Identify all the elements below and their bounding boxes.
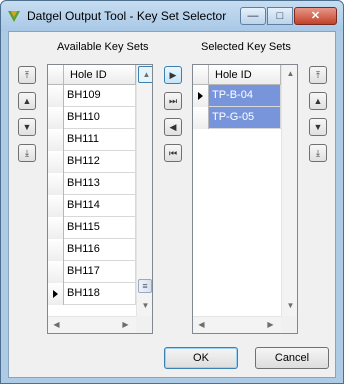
- add-selected-button[interactable]: ▶: [164, 66, 182, 84]
- current-row-pointer-icon: [53, 290, 58, 298]
- scroll-thumb[interactable]: ≡: [138, 279, 152, 293]
- table-row[interactable]: BH116: [48, 239, 136, 261]
- key-set-selector-window: Datgel Output Tool - Key Set Selector — …: [0, 0, 344, 384]
- row-header[interactable]: [48, 173, 64, 195]
- move-bottom-icon: ⤓: [316, 148, 320, 158]
- row-header[interactable]: [193, 85, 209, 107]
- close-button[interactable]: ✕: [294, 7, 337, 25]
- window-title: Datgel Output Tool - Key Set Selector: [27, 9, 227, 23]
- row-header[interactable]: [48, 107, 64, 129]
- scroll-up-button[interactable]: ▲: [138, 66, 152, 83]
- row-header[interactable]: [48, 85, 64, 107]
- table-row-selected[interactable]: TP-B-04: [193, 85, 281, 107]
- hole-id-cell[interactable]: TP-B-04: [209, 85, 281, 106]
- selected-move-down-button[interactable]: ▼: [309, 118, 327, 136]
- move-up-icon: ▲: [313, 96, 323, 106]
- move-down-icon: ▼: [313, 122, 323, 132]
- row-header[interactable]: [48, 261, 64, 283]
- scroll-left-button[interactable]: ◀: [49, 317, 64, 332]
- move-up-icon: ▲: [22, 96, 32, 106]
- remove-all-button[interactable]: ⏮: [164, 144, 182, 162]
- selected-key-sets-label: Selected Key Sets: [201, 41, 291, 53]
- scroll-left-button[interactable]: ◀: [194, 317, 209, 332]
- selected-move-top-button[interactable]: ⤒: [309, 66, 327, 84]
- current-row-pointer-icon: [198, 92, 203, 100]
- hole-id-cell[interactable]: BH109: [64, 85, 136, 106]
- hole-id-cell[interactable]: BH114: [64, 195, 136, 216]
- available-move-up-button[interactable]: ▲: [18, 92, 36, 110]
- available-key-sets-label: Available Key Sets: [57, 41, 149, 53]
- selected-hole-id-column-header[interactable]: Hole ID: [209, 65, 281, 85]
- available-hole-id-column-header[interactable]: Hole ID: [64, 65, 136, 85]
- row-header[interactable]: [48, 217, 64, 239]
- scroll-right-button[interactable]: ▶: [118, 317, 133, 332]
- row-header-corner: [193, 65, 209, 85]
- available-key-sets-grid[interactable]: Hole ID BH109 BH110 BH111 BH112 BH113 BH…: [47, 64, 153, 334]
- hole-id-cell[interactable]: BH113: [64, 173, 136, 194]
- row-header[interactable]: [48, 239, 64, 261]
- table-row[interactable]: BH117: [48, 261, 136, 283]
- hole-id-cell[interactable]: BH116: [64, 239, 136, 260]
- add-arrow-icon: ▶: [169, 70, 177, 80]
- datgel-logo-icon: [8, 11, 20, 22]
- remove-arrow-icon: ◀: [169, 122, 177, 132]
- table-row[interactable]: BH114: [48, 195, 136, 217]
- table-row[interactable]: BH111: [48, 129, 136, 151]
- scroll-down-button[interactable]: ▼: [138, 298, 152, 313]
- hole-id-cell[interactable]: BH115: [64, 217, 136, 238]
- available-horizontal-scrollbar[interactable]: ◀ ▶: [48, 316, 136, 333]
- hole-id-cell[interactable]: BH110: [64, 107, 136, 128]
- move-top-icon: ⤒: [316, 70, 320, 80]
- available-move-bottom-button[interactable]: ⤓: [18, 144, 36, 162]
- title-bar[interactable]: Datgel Output Tool - Key Set Selector — …: [1, 1, 343, 31]
- available-vertical-scrollbar[interactable]: ▲ ≡ ▼: [136, 65, 152, 316]
- scroll-down-button[interactable]: ▼: [283, 298, 297, 313]
- ok-button[interactable]: OK: [164, 347, 238, 369]
- hole-id-cell[interactable]: BH118: [64, 283, 136, 304]
- move-down-icon: ▼: [22, 122, 32, 132]
- table-row-current[interactable]: BH118: [48, 283, 136, 305]
- remove-selected-button[interactable]: ◀: [164, 118, 182, 136]
- table-row[interactable]: BH113: [48, 173, 136, 195]
- available-move-down-button[interactable]: ▼: [18, 118, 36, 136]
- cancel-button[interactable]: Cancel: [255, 347, 329, 369]
- row-header[interactable]: [48, 283, 64, 305]
- hole-id-cell[interactable]: BH112: [64, 151, 136, 172]
- move-top-icon: ⤒: [25, 70, 29, 80]
- dialog-body: Available Key Sets Selected Key Sets ⤒ ▲…: [8, 31, 336, 378]
- row-header[interactable]: [48, 151, 64, 173]
- row-header[interactable]: [48, 195, 64, 217]
- scrollbar-corner: [281, 316, 297, 333]
- minimize-button[interactable]: —: [240, 7, 266, 25]
- table-row-selected[interactable]: TP-G-05: [193, 107, 281, 129]
- selected-key-sets-grid[interactable]: Hole ID TP-B-04 TP-G-05 ▲ ▼ ◀ ▶: [192, 64, 298, 334]
- selected-move-bottom-button[interactable]: ⤓: [309, 144, 327, 162]
- selected-move-up-button[interactable]: ▲: [309, 92, 327, 110]
- table-row[interactable]: BH112: [48, 151, 136, 173]
- row-header[interactable]: [193, 107, 209, 129]
- row-header-corner: [48, 65, 64, 85]
- add-all-button[interactable]: ⏭: [164, 92, 182, 110]
- table-row[interactable]: BH115: [48, 217, 136, 239]
- scroll-right-button[interactable]: ▶: [263, 317, 278, 332]
- scroll-up-button[interactable]: ▲: [283, 66, 297, 81]
- row-header[interactable]: [48, 129, 64, 151]
- remove-all-arrow-icon: ⏮: [168, 148, 178, 158]
- available-move-top-button[interactable]: ⤒: [18, 66, 36, 84]
- add-all-arrow-icon: ⏭: [168, 96, 178, 106]
- scrollbar-corner: [136, 316, 152, 333]
- table-row[interactable]: BH110: [48, 107, 136, 129]
- hole-id-cell[interactable]: TP-G-05: [209, 107, 281, 128]
- maximize-button[interactable]: □: [267, 7, 293, 25]
- selected-horizontal-scrollbar[interactable]: ◀ ▶: [193, 316, 281, 333]
- hole-id-cell[interactable]: BH111: [64, 129, 136, 150]
- hole-id-cell[interactable]: BH117: [64, 261, 136, 282]
- selected-vertical-scrollbar[interactable]: ▲ ▼: [281, 65, 297, 316]
- table-row[interactable]: BH109: [48, 85, 136, 107]
- move-bottom-icon: ⤓: [25, 148, 29, 158]
